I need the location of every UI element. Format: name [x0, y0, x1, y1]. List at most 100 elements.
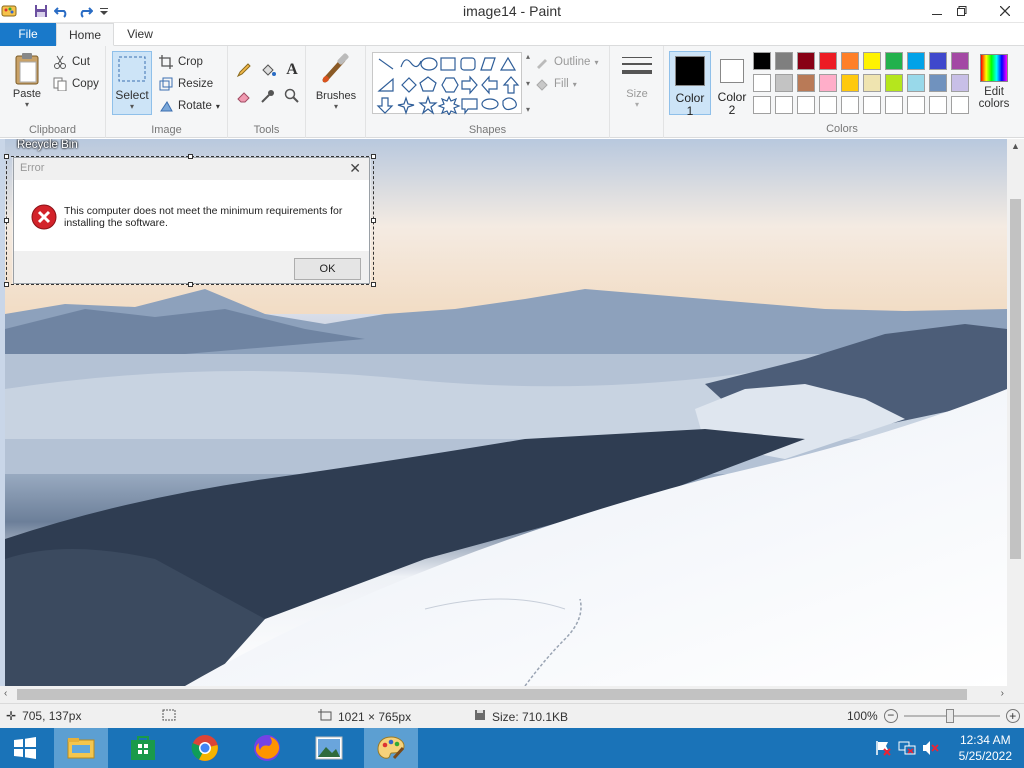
palette-swatch[interactable] — [797, 74, 815, 92]
resize-button[interactable]: Resize — [158, 76, 213, 92]
fill-button[interactable]: Fill ▾ — [534, 76, 577, 92]
zoom-in-icon[interactable]: + — [1005, 709, 1020, 723]
shapes-group-label: Shapes — [468, 124, 507, 136]
palette-swatch[interactable] — [929, 96, 947, 114]
palette-swatch[interactable] — [775, 52, 793, 70]
magnifier-tool[interactable] — [284, 88, 300, 104]
resize-handle-ne[interactable] — [371, 154, 376, 159]
horizontal-scroll-thumb[interactable] — [17, 689, 967, 700]
vertical-scroll-thumb[interactable] — [1010, 199, 1021, 559]
tab-view[interactable]: View — [114, 23, 166, 46]
color2-button[interactable]: Color 2 — [713, 51, 751, 117]
scroll-right-icon[interactable]: › — [1001, 688, 1004, 699]
palette-swatch[interactable] — [841, 52, 859, 70]
palette-swatch[interactable] — [885, 52, 903, 70]
palette-swatch[interactable] — [929, 74, 947, 92]
palette-swatch[interactable] — [907, 96, 925, 114]
brushes-group: Brushes ▾ — [306, 46, 366, 138]
resize-handle-e[interactable] — [371, 218, 376, 223]
text-tool[interactable]: A — [284, 61, 300, 78]
palette-swatch[interactable] — [775, 74, 793, 92]
chrome-icon — [191, 735, 218, 761]
crop-icon — [158, 54, 174, 70]
palette-swatch[interactable] — [797, 52, 815, 70]
taskbar-firefox[interactable] — [240, 728, 294, 768]
copy-button[interactable]: Copy — [52, 76, 99, 92]
tab-home[interactable]: Home — [56, 23, 114, 46]
select-button[interactable]: Select ▾ — [112, 51, 152, 115]
resize-handle-w[interactable] — [4, 218, 9, 223]
shapes-scroll[interactable]: ▴ ▾ ▾ — [523, 52, 533, 114]
palette-swatch[interactable] — [863, 52, 881, 70]
selection-rectangle[interactable] — [4, 154, 376, 287]
paste-button[interactable]: Paste ▾ — [8, 52, 46, 109]
tab-file[interactable]: File — [0, 23, 56, 46]
start-button[interactable] — [0, 728, 50, 768]
rotate-button[interactable]: Rotate ▾ — [158, 98, 220, 114]
vertical-scrollbar[interactable]: ▲ — [1007, 139, 1024, 686]
palette-swatch[interactable] — [753, 52, 771, 70]
palette-swatch[interactable] — [797, 96, 815, 114]
horizontal-scrollbar[interactable]: ‹ › — [0, 686, 1024, 703]
taskbar-photos[interactable] — [302, 728, 356, 768]
palette-swatch[interactable] — [951, 52, 969, 70]
taskbar-paint[interactable] — [364, 728, 418, 768]
color-palette — [753, 52, 975, 118]
taskbar-chrome[interactable] — [178, 728, 232, 768]
photos-icon — [315, 736, 343, 760]
palette-swatch[interactable] — [951, 96, 969, 114]
palette-swatch[interactable] — [753, 74, 771, 92]
taskbar-file-explorer[interactable] — [54, 728, 108, 768]
palette-swatch[interactable] — [753, 96, 771, 114]
taskbar-store[interactable] — [116, 728, 170, 768]
action-center-flag-icon[interactable] — [874, 740, 892, 756]
ribbon-tabs: File Home View — [0, 23, 1024, 46]
palette-swatch[interactable] — [819, 52, 837, 70]
palette-swatch[interactable] — [885, 74, 903, 92]
maximize-button[interactable] — [947, 0, 977, 22]
resize-handle-sw[interactable] — [4, 282, 9, 287]
eraser-tool[interactable] — [236, 88, 252, 104]
resize-handle-s[interactable] — [188, 282, 193, 287]
palette-swatch[interactable] — [885, 96, 903, 114]
palette-swatch[interactable] — [863, 74, 881, 92]
fill-tool[interactable] — [260, 62, 276, 78]
zoom-slider[interactable] — [903, 709, 1000, 723]
color-picker-tool[interactable] — [260, 88, 276, 104]
palette-swatch[interactable] — [775, 96, 793, 114]
scroll-up-icon[interactable]: ▲ — [1011, 141, 1020, 151]
outline-button[interactable]: Outline ▾ — [534, 54, 598, 70]
palette-swatch[interactable] — [907, 74, 925, 92]
magnifier-icon — [284, 88, 300, 104]
scroll-left-icon[interactable]: ‹ — [4, 688, 7, 699]
shapes-gallery[interactable] — [372, 52, 522, 117]
close-button[interactable] — [986, 0, 1024, 22]
palette-swatch[interactable] — [841, 96, 859, 114]
network-icon[interactable] — [898, 740, 916, 756]
crop-button[interactable]: Crop — [158, 54, 203, 70]
palette-swatch[interactable] — [929, 52, 947, 70]
palette-swatch[interactable] — [907, 52, 925, 70]
palette-swatch[interactable] — [819, 96, 837, 114]
palette-swatch[interactable] — [819, 74, 837, 92]
palette-swatch[interactable] — [863, 96, 881, 114]
zoom-out-icon[interactable]: − — [883, 709, 898, 723]
size-button[interactable]: Size ▾ — [618, 54, 656, 109]
edit-colors-button[interactable]: Edit colors — [976, 54, 1012, 110]
zoom-slider-thumb[interactable] — [945, 709, 954, 723]
disk-icon — [474, 709, 486, 724]
cut-button[interactable]: Cut — [52, 54, 90, 70]
zoom-controls: 100% − + — [847, 709, 1020, 723]
resize-handle-se[interactable] — [371, 282, 376, 287]
brushes-button[interactable]: Brushes ▾ — [314, 52, 358, 111]
palette-swatch[interactable] — [841, 74, 859, 92]
taskbar-clock[interactable]: 12:34 AM 5/25/2022 — [959, 732, 1012, 764]
pencil-tool[interactable] — [236, 62, 252, 78]
firefox-icon — [254, 735, 280, 761]
resize-handle-n[interactable] — [188, 154, 193, 159]
volume-muted-icon[interactable] — [922, 740, 940, 756]
color1-button[interactable]: Color 1 — [669, 51, 711, 118]
shapes-group: ▴ ▾ ▾ Outline ▾ Fill ▾ Shapes — [366, 46, 610, 138]
resize-handle-nw[interactable] — [4, 154, 9, 159]
palette-swatch[interactable] — [951, 74, 969, 92]
